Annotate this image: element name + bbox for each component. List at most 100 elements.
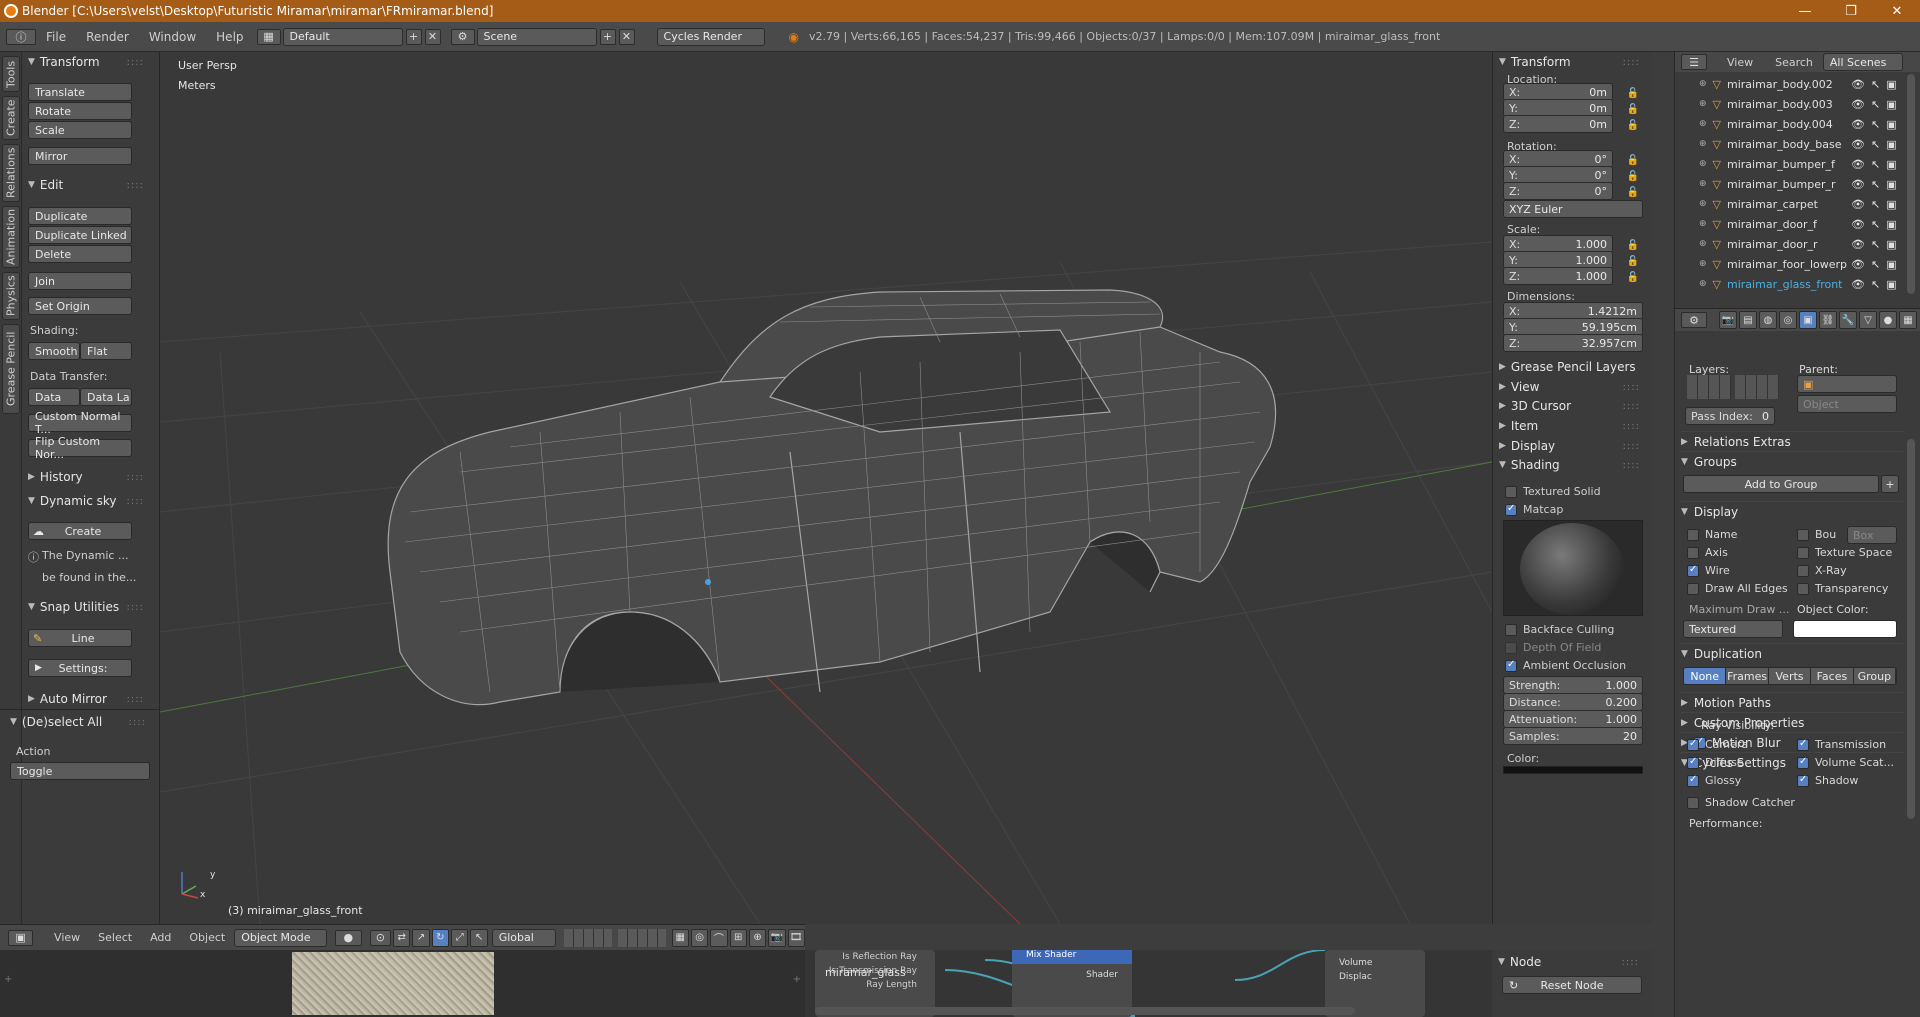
scene-layers-grid[interactable] (617, 928, 666, 947)
xray-checkbox[interactable] (1797, 565, 1809, 577)
grease-pencil-layers-header[interactable]: ▶ Grease Pencil Layers (1493, 357, 1648, 377)
expand-icon[interactable]: ⊕ (1699, 99, 1707, 109)
3d-viewport[interactable]: User Persp Meters y x (3) miraimar_glass… (160, 52, 1492, 924)
eye-icon[interactable]: 👁 (1851, 238, 1865, 251)
render-camera-icon[interactable]: ▣ (1886, 138, 1896, 151)
join-button[interactable]: Join (28, 272, 132, 290)
select-arrow-icon[interactable]: ↖ (1871, 218, 1880, 231)
menu-add[interactable]: Add (141, 931, 180, 944)
smooth-button[interactable]: Smooth (28, 342, 80, 360)
expand-icon[interactable]: ⊕ (1699, 279, 1707, 289)
eye-icon[interactable]: 👁 (1851, 278, 1865, 291)
remove-layout-button[interactable]: ✕ (424, 28, 441, 45)
snap-element-icon[interactable]: ⊞ (729, 928, 747, 947)
menu-object[interactable]: Object (180, 931, 234, 944)
flip-custom-normals-button[interactable]: Flip Custom Nor... (28, 435, 132, 461)
snap-utilities-panel-header[interactable]: ▼ Snap Utilities:::: (22, 597, 152, 617)
outliner-row[interactable]: ⊕ ▽ miraimar_body_base 👁 ↖ ▣ (1675, 134, 1920, 154)
texture-thumbnail[interactable] (292, 952, 494, 1015)
matcap-checkbox[interactable] (1505, 503, 1517, 516)
tab-animation[interactable]: Animation (2, 206, 20, 268)
data-button[interactable]: Data (28, 388, 80, 406)
outliner-item-name[interactable]: miraimar_door_f (1727, 218, 1847, 231)
outliner-row[interactable]: ⊕ ▽ miraimar_door_r 👁 ↖ ▣ (1675, 234, 1920, 254)
duplicate-linked-button[interactable]: Duplicate Linked (28, 226, 132, 244)
select-arrow-icon[interactable]: ↖ (1871, 278, 1880, 291)
transparency-checkbox[interactable] (1797, 583, 1809, 595)
translate-button[interactable]: Translate (28, 83, 132, 101)
outliner-item-name[interactable]: miraimar_body.002 (1727, 78, 1847, 91)
editor-type-icon[interactable]: ▣ (8, 929, 34, 946)
outliner-scrollbar[interactable] (1907, 74, 1915, 294)
select-arrow-icon[interactable]: ↖ (1871, 198, 1880, 211)
render-tab-icon[interactable]: 📷 (1719, 311, 1737, 329)
duplication-group-option[interactable]: Group (1853, 668, 1896, 684)
layout-select[interactable]: Default (282, 27, 403, 46)
dimensions-z-field[interactable]: Z: 32.957cm (1503, 334, 1643, 352)
new-group-button[interactable]: + (1881, 475, 1899, 493)
render-engine-select[interactable]: Cycles Render (656, 27, 765, 46)
lock-icon[interactable]: 🔓 (1627, 271, 1639, 283)
outliner-row[interactable]: ⊕ ▽ miraimar_bumper_f 👁 ↖ ▣ (1675, 154, 1920, 174)
motion-paths-header[interactable]: ▶ Motion Paths (1681, 692, 1903, 712)
menu-view[interactable]: View (45, 931, 89, 944)
viewport-shading-icon[interactable]: ● (334, 929, 362, 946)
flat-button[interactable]: Flat (80, 342, 132, 360)
transform-panel-header[interactable]: ▼ Transform:::: (22, 52, 152, 72)
item-panel-header[interactable]: ▶ Item:::: (1493, 416, 1648, 436)
shadow-catcher-checkbox[interactable] (1687, 797, 1699, 809)
expand-icon[interactable]: ⊕ (1699, 259, 1707, 269)
duplication-header[interactable]: ▼ Duplication (1681, 643, 1903, 663)
texture-tab-icon[interactable]: ▦ (1899, 311, 1917, 329)
outliner-item-name[interactable]: miraimar_body.003 (1727, 98, 1847, 111)
glossy-checkbox[interactable] (1687, 774, 1699, 787)
lock-icon[interactable]: 🔓 (1627, 87, 1639, 99)
ao-attenuation-field[interactable]: Attenuation: 1.000 (1503, 710, 1643, 728)
opengl-render-icon[interactable]: 🎞 (787, 928, 805, 947)
maximize-button[interactable]: ❐ (1828, 0, 1874, 22)
properties-editor-icon[interactable]: ⚙ (1681, 312, 1707, 328)
screen-layout-icon[interactable]: ▦ (256, 28, 281, 45)
rotate-button[interactable]: Rotate (28, 102, 132, 120)
select-arrow-icon[interactable]: ↖ (1871, 158, 1880, 171)
eye-icon[interactable]: 👁 (1851, 218, 1865, 231)
outliner-row[interactable]: ⊕ ▽ miraimar_foor_lowerp 👁 ↖ ▣ (1675, 254, 1920, 274)
outliner-item-name[interactable]: miraimar_body_base (1727, 138, 1847, 151)
duplication-faces-option[interactable]: Faces (1811, 668, 1854, 684)
transmission-checkbox[interactable] (1797, 738, 1809, 751)
tab-create[interactable]: Create (2, 96, 20, 140)
render-camera-icon[interactable]: ▣ (1886, 98, 1896, 111)
outliner-display-mode-select[interactable]: All Scenes (1822, 53, 1903, 71)
proportional-editing-icon[interactable]: ◎ (690, 928, 709, 947)
view-panel-header[interactable]: ▶ View:::: (1493, 377, 1648, 397)
render-preview-icon[interactable]: 📷 (768, 928, 786, 947)
outliner-editor-icon[interactable]: ☰ (1681, 54, 1707, 70)
eye-icon[interactable]: 👁 (1851, 158, 1865, 171)
location-z-field[interactable]: Z: 0m (1503, 115, 1613, 133)
select-arrow-icon[interactable]: ↖ (1871, 178, 1880, 191)
display-header[interactable]: ▼ Display (1681, 501, 1903, 521)
eye-icon[interactable]: 👁 (1851, 98, 1865, 111)
expand-icon[interactable]: ⊕ (1699, 119, 1707, 129)
expand-icon[interactable]: ⊕ (1699, 79, 1707, 89)
outliner-item-name[interactable]: miraimar_bumper_f (1727, 158, 1847, 171)
outliner-item-name[interactable]: miraimar_carpet (1727, 198, 1847, 211)
add-to-group-button[interactable]: Add to Group (1683, 475, 1879, 493)
eye-icon[interactable]: 👁 (1851, 78, 1865, 91)
interaction-mode-select[interactable]: Object Mode (234, 928, 327, 947)
add-scene-button[interactable]: + (599, 28, 616, 45)
action-select[interactable]: Toggle (10, 762, 150, 780)
rotate-manipulator-icon[interactable]: ↻ (431, 928, 450, 947)
info-editor-icon[interactable]: ⓘ (6, 28, 36, 45)
duplication-frames-option[interactable]: Frames (1726, 668, 1769, 684)
tab-relations[interactable]: Relations (2, 144, 20, 202)
render-layers-tab-icon[interactable]: ▤ (1739, 311, 1757, 329)
rotation-z-field[interactable]: Z: 0° (1503, 182, 1613, 200)
expand-arrow-icon[interactable]: + (793, 974, 801, 985)
render-camera-icon[interactable]: ▣ (1886, 78, 1896, 91)
max-draw-type-select[interactable]: Textured (1683, 620, 1783, 638)
depth-of-field-checkbox[interactable] (1505, 642, 1517, 654)
eye-icon[interactable]: 👁 (1851, 138, 1865, 151)
display-name-checkbox[interactable] (1687, 529, 1699, 541)
delete-button[interactable]: Delete (28, 245, 132, 263)
